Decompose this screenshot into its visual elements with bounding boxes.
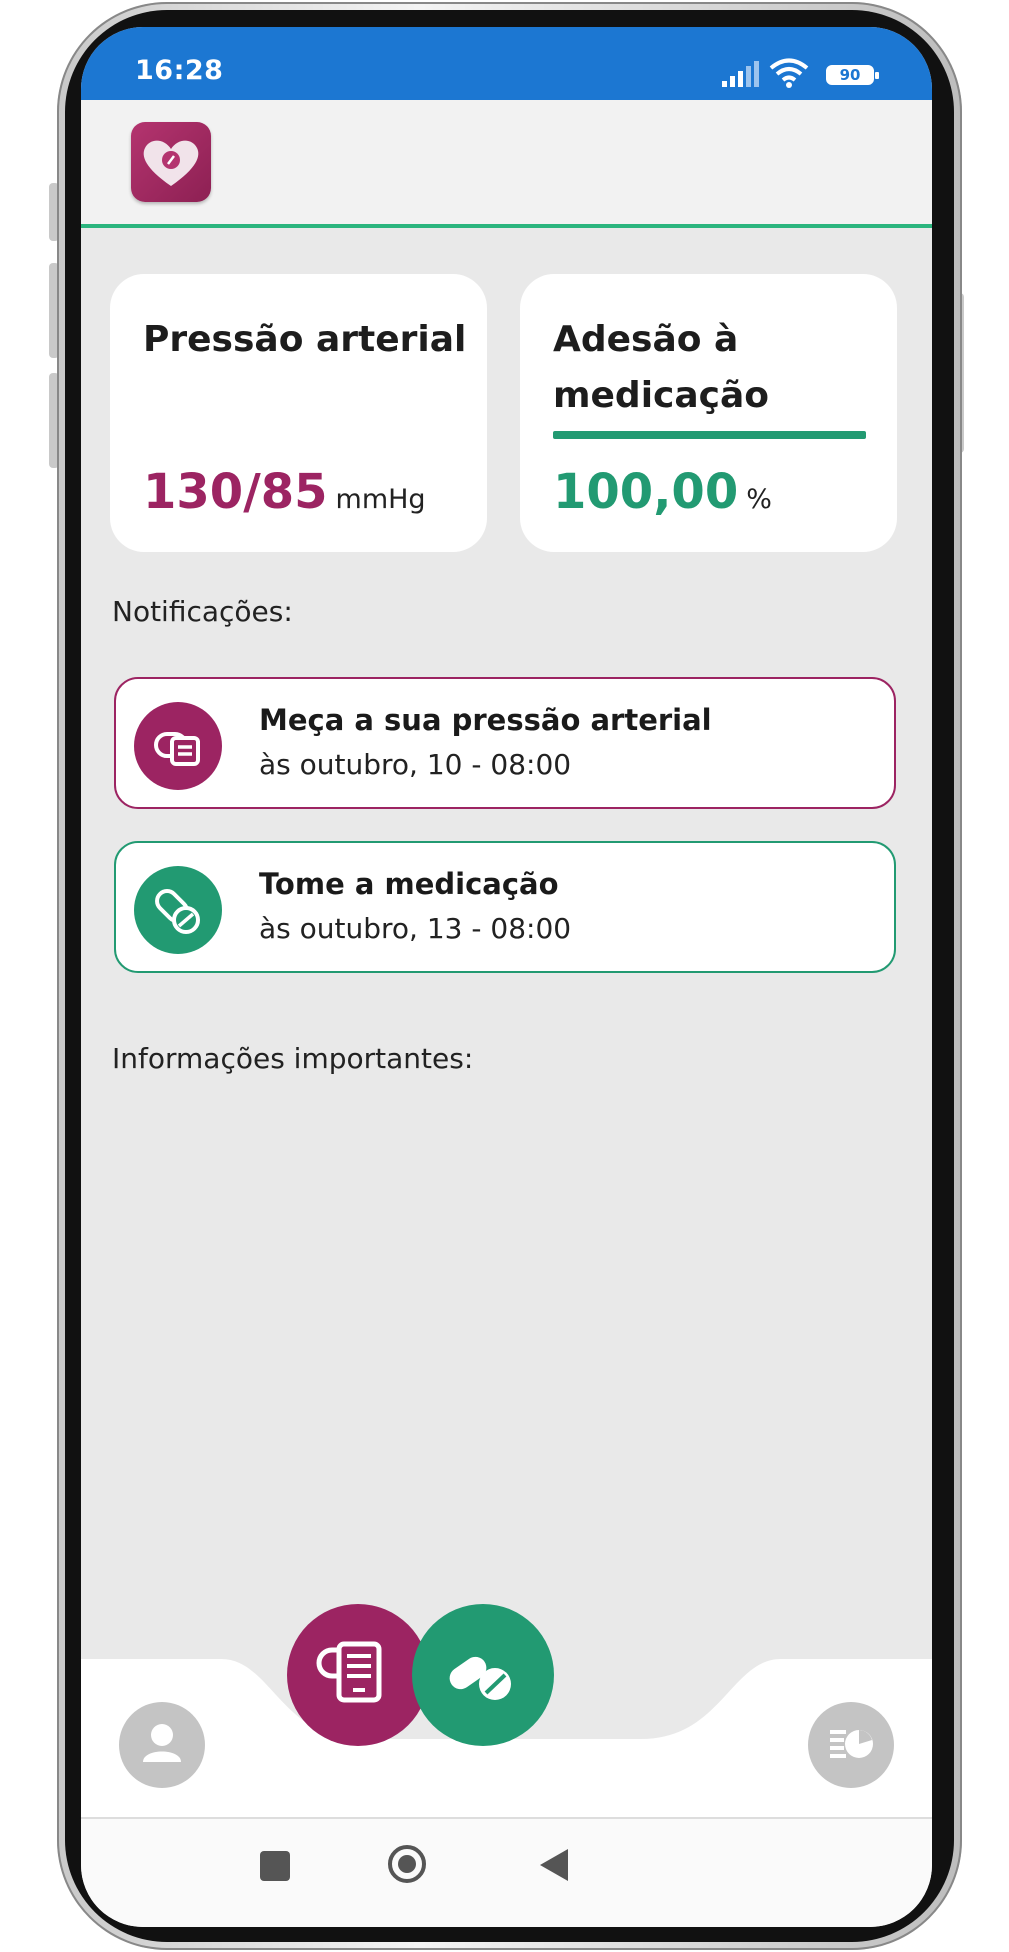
adherence-card-title: Adesão à medicação — [553, 312, 769, 424]
blood-pressure-monitor-icon — [134, 702, 222, 790]
report-chart-icon — [830, 1730, 873, 1758]
adherence-unit: % — [746, 484, 772, 515]
notification-title: Meça a sua pressão arterial — [259, 703, 712, 737]
medication-adherence-card[interactable]: Adesão à medicação 100,00% — [520, 274, 897, 552]
adherence-progress-bar — [553, 431, 866, 439]
home-button-dot — [398, 1855, 416, 1873]
take-medication-fab[interactable] — [412, 1604, 554, 1746]
notification-measure-pressure[interactable]: Meça a sua pressão arterial às outubro, … — [114, 677, 896, 809]
adherence-value: 100,00 — [553, 464, 739, 520]
adherence-title-line2: medicação — [553, 375, 770, 416]
notification-time: às outubro, 13 - 08:00 — [259, 912, 572, 945]
profile-button[interactable] — [119, 1702, 205, 1788]
battery-icon: 90 — [826, 65, 879, 85]
reports-button[interactable] — [808, 1702, 894, 1788]
wifi-icon — [769, 58, 809, 88]
pills-icon — [449, 1656, 511, 1700]
signal-icon — [722, 61, 759, 87]
notification-time: às outubro, 10 - 08:00 — [259, 748, 572, 781]
blood-pressure-card[interactable]: Pressão arterial 130/85 mmHg — [110, 274, 487, 552]
home-button[interactable] — [388, 1845, 426, 1883]
status-time: 16:28 — [135, 55, 224, 86]
blood-pressure-value-row: 130/85 mmHg — [143, 464, 426, 520]
blood-pressure-unit: mmHg — [335, 484, 426, 515]
adherence-value-row: 100,00% — [553, 464, 772, 520]
blood-pressure-monitor-icon — [316, 1641, 382, 1703]
app-bar — [81, 100, 932, 228]
measure-pressure-fab[interactable] — [287, 1604, 429, 1746]
blood-pressure-card-title: Pressão arterial — [143, 319, 467, 360]
adherence-title-line1: Adesão à — [553, 319, 739, 360]
app-logo[interactable] — [131, 122, 211, 202]
status-bar: 16:28 90 — [81, 27, 932, 100]
screen: 16:28 90 Pressão arterial 130/85 mmHg Ad… — [81, 27, 932, 1927]
notification-take-medication[interactable]: Tome a medicação às outubro, 13 - 08:00 — [114, 841, 896, 973]
recent-apps-button[interactable] — [260, 1851, 290, 1881]
pills-icon — [134, 866, 222, 954]
notifications-label: Notificações: — [112, 595, 293, 628]
heart-logo-icon — [143, 140, 199, 186]
notification-title: Tome a medicação — [259, 867, 559, 901]
blood-pressure-value: 130/85 — [143, 464, 328, 520]
important-info-label: Informações importantes: — [112, 1042, 474, 1075]
back-button[interactable] — [538, 1847, 570, 1883]
system-navigation-bar — [81, 1817, 932, 1927]
user-icon — [143, 1724, 181, 1762]
